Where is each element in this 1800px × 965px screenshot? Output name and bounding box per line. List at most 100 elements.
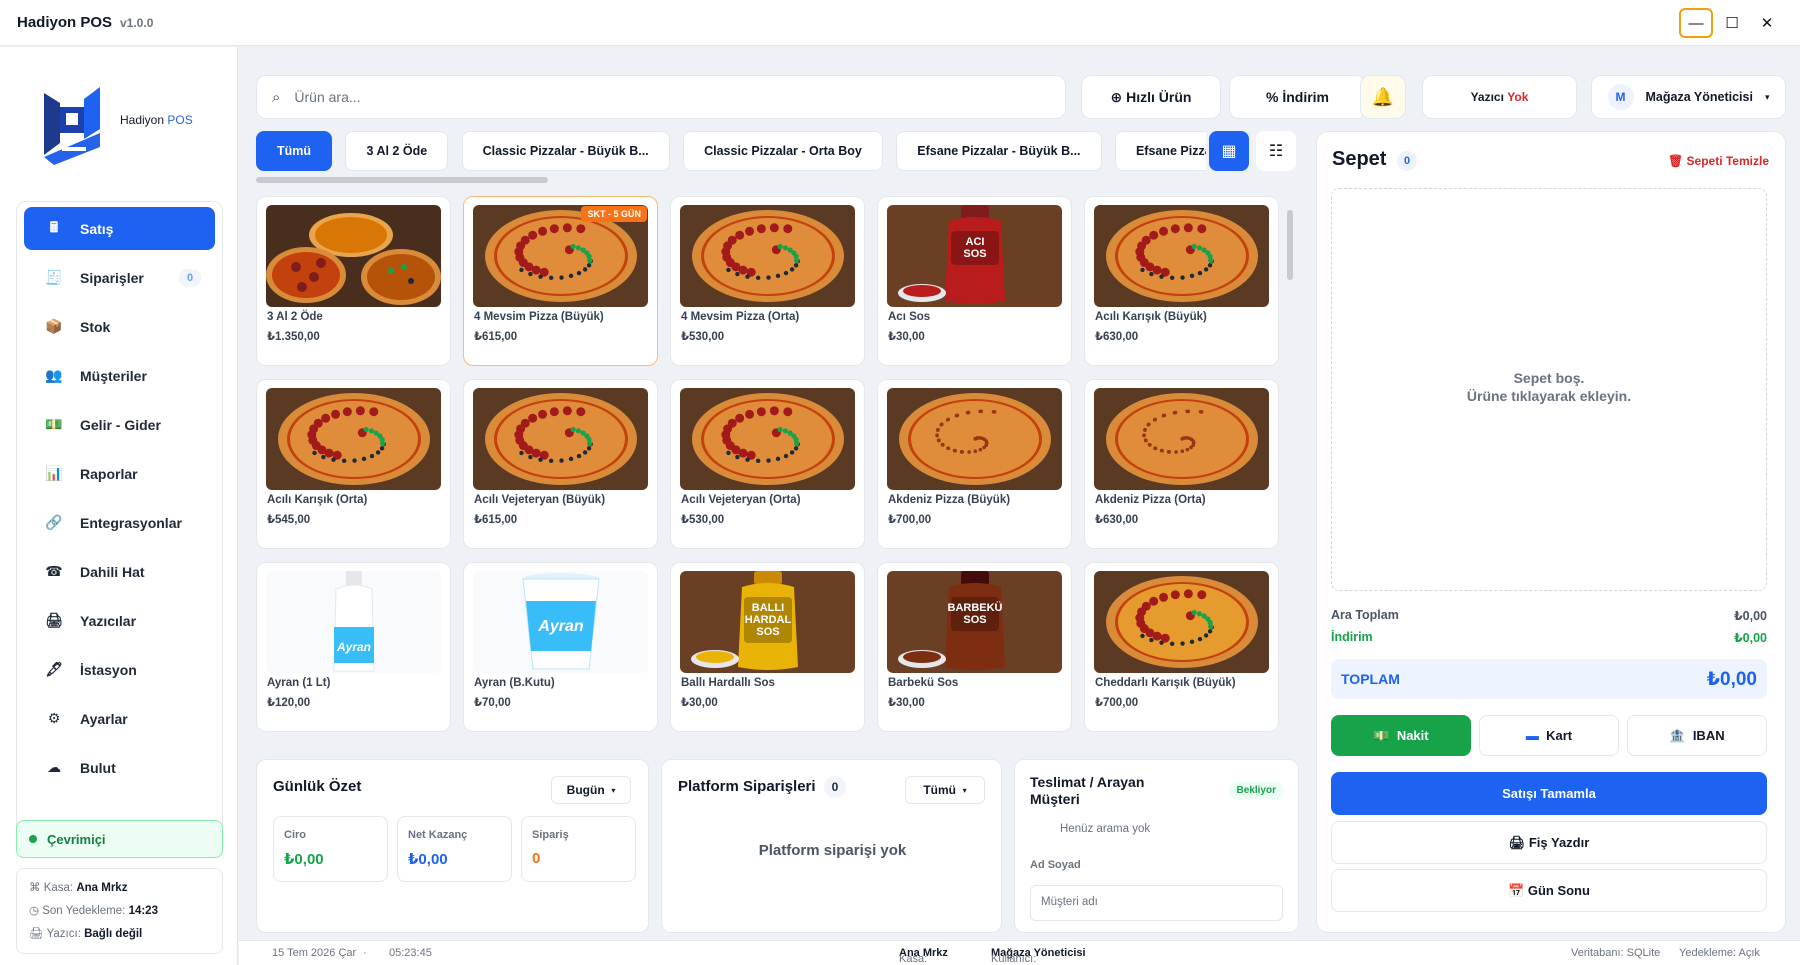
product-name: 3 Al 2 Öde (267, 311, 323, 323)
sidebar-item-musteriler[interactable]: 👥 Müşteriler (24, 354, 215, 397)
sidebar-item-yazicilar[interactable]: 🖨 Yazıcılar (24, 599, 215, 642)
sidebar-item-siparisler[interactable]: 🧾 Siparişler 0 (24, 256, 215, 299)
clear-cart-button[interactable]: 🗑 Sepeti Temizle (1668, 154, 1769, 168)
sidebar-item-gelir-gider[interactable]: 💵 Gelir - Gider (24, 403, 215, 446)
day-end-button[interactable]: 📅 Gün Sonu (1331, 869, 1767, 912)
product-price: ₺530,00 (681, 514, 725, 526)
calendar-icon: 📅 (1508, 882, 1525, 898)
status-time: 05:23:45 (389, 947, 432, 959)
sidebar-item-stok[interactable]: 📦 Stok (24, 305, 215, 348)
product-image: Ayran (473, 571, 648, 673)
product-card[interactable]: BARBEKÜ SOS Barbekü Sos ₺30,00 (877, 562, 1072, 732)
discount-row: İndirim ₺0,00 (1331, 630, 1767, 645)
product-name: Akdeniz Pizza (Büyük) (888, 494, 1011, 506)
chevron-down-icon: ▾ (1764, 91, 1770, 102)
product-card[interactable]: Ayran Ayran (B.Kutu) ₺70,00 (463, 562, 658, 732)
product-card[interactable]: Akdeniz Pizza (Orta) ₺630,00 (1084, 379, 1279, 549)
product-scrollbar[interactable] (1285, 196, 1295, 744)
sidebar-item-bulut[interactable]: ☁ Bulut (24, 746, 215, 789)
svg-text:BARBEKÜ: BARBEKÜ (948, 601, 1003, 614)
sidebar-item-satis[interactable]: 🖩 Satış (24, 207, 215, 250)
product-price: ₺615,00 (474, 331, 518, 343)
tab-classic-buyuk[interactable]: Classic Pizzalar - Büyük B... (461, 131, 670, 171)
caller-title: Teslimat / Arayan Müşteri (1030, 774, 1145, 807)
sidebar-item-ayarlar[interactable]: ⚙ Ayarlar (24, 697, 215, 740)
maximize-button[interactable]: ☐ (1715, 8, 1749, 38)
box-icon: 📦 (45, 318, 63, 334)
bank-icon: 🏦 (1669, 727, 1686, 743)
product-image: Ayran (266, 571, 441, 673)
complete-sale-button[interactable]: Satışı Tamamla (1331, 772, 1767, 815)
product-card[interactable]: Acılı Vejeteryan (Büyük) ₺615,00 (463, 379, 658, 549)
product-price: ₺70,00 (474, 697, 511, 709)
printer-info: 🖨 Yazıcı: Bağlı değil (29, 928, 143, 940)
product-card[interactable]: Acılı Karışık (Orta) ₺545,00 (256, 379, 451, 549)
tab-efsane-orta[interactable]: Efsane Pizzal (1114, 131, 1206, 171)
product-card[interactable]: Cheddarlı Karışık (Büyük) ₺700,00 (1084, 562, 1279, 732)
product-image: BALLI HARDAL SOS (680, 571, 855, 673)
subtotal-row: Ara Toplam ₺0,00 (1331, 608, 1767, 623)
product-price: ₺1.350,00 (267, 331, 320, 343)
category-scrollbar[interactable] (256, 177, 1196, 183)
sidebar-item-istasyon[interactable]: 🖋 İstasyon (24, 648, 215, 691)
tab-3al2ode[interactable]: 3 Al 2 Öde (345, 131, 449, 171)
sidebar-item-raporlar[interactable]: 📊 Raporlar (24, 452, 215, 495)
card-icon: ▬ (1525, 728, 1539, 743)
product-card[interactable]: 3 Al 2 Öde ₺1.350,00 (256, 196, 451, 366)
search-input[interactable]: ⌕ Ürün ara... (256, 75, 1066, 119)
list-icon: ☷ (1268, 143, 1284, 160)
pay-card-button[interactable]: ▬ Kart (1479, 715, 1619, 756)
cart-empty-area: Sepet boş. Ürüne tıklayarak ekleyin. (1331, 188, 1767, 591)
product-card[interactable]: 4 Mevsim Pizza (Orta) ₺530,00 (670, 196, 865, 366)
title-bar: Hadiyon POS v1.0.0 — ☐ ✕ (0, 0, 1800, 46)
close-button[interactable]: ✕ (1750, 8, 1784, 38)
minimize-button[interactable]: — (1679, 8, 1713, 38)
kasa-info: ⌘ Kasa: Ana Mrkz (29, 882, 128, 894)
scrollbar-thumb[interactable] (256, 177, 548, 183)
sidebar-item-entegrasyonlar[interactable]: 🔗 Entegrasyonlar (24, 501, 215, 544)
product-card[interactable]: Acılı Karışık (Büyük) ₺630,00 (1084, 196, 1279, 366)
product-card[interactable]: Ayran Ayran (1 Lt) ₺120,00 (256, 562, 451, 732)
printer-status-button[interactable]: Yazıcı Yok (1422, 75, 1577, 119)
product-name: Ballı Hardallı Sos (681, 677, 775, 689)
tab-efsane-buyuk[interactable]: Efsane Pizzalar - Büyük B... (896, 131, 1102, 171)
product-image (266, 388, 441, 490)
product-name: Acılı Vejeteryan (Orta) (681, 494, 801, 506)
gear-icon: ⚙ (47, 710, 61, 726)
list-view-button[interactable]: ☷ (1256, 131, 1296, 171)
user-menu-button[interactable]: M Mağaza Yöneticisi ▾ (1591, 75, 1786, 119)
grid-view-button[interactable]: ▦ (1209, 131, 1249, 171)
online-status: Çevrimiçi (16, 820, 223, 858)
product-card[interactable]: Akdeniz Pizza (Büyük) ₺700,00 (877, 379, 1072, 549)
print-receipt-button[interactable]: 🖨 Fiş Yazdır (1331, 821, 1767, 864)
info-box: ⌘ Kasa: Ana Mrkz ◷ Son Yedekleme: 14:23 … (16, 868, 223, 954)
quick-product-button[interactable]: ⊕ Hızlı Ürün (1081, 75, 1221, 119)
svg-text:SOS: SOS (963, 248, 986, 260)
category-tabs: Tümü 3 Al 2 Öde Classic Pizzalar - Büyük… (256, 131, 1206, 173)
product-card[interactable]: ACI SOS Acı Sos ₺30,00 (877, 196, 1072, 366)
app-title: Hadiyon POS (17, 14, 113, 31)
period-select[interactable]: Bugün ▾ (551, 776, 631, 804)
tab-tumu[interactable]: Tümü (256, 131, 333, 171)
platform-filter-select[interactable]: Tümü ▾ (905, 776, 985, 804)
product-card[interactable]: SKT - 5 GÜN 4 Mevsim Pizza (Büyük) ₺615,00 (463, 196, 658, 366)
bell-icon: 🔔 (1371, 86, 1395, 107)
product-card[interactable]: BALLI HARDAL SOS Ballı Hardallı Sos ₺30,00 (670, 562, 865, 732)
product-card[interactable]: Acılı Vejeteryan (Orta) ₺530,00 (670, 379, 865, 549)
scrollbar-thumb[interactable] (1287, 210, 1293, 280)
cart-title: Sepet (1332, 148, 1387, 170)
customer-name-input[interactable]: Müşteri adı (1030, 885, 1283, 921)
product-name: Acılı Karışık (Büyük) (1095, 311, 1207, 323)
money-icon: 💵 (45, 416, 63, 432)
notification-button[interactable]: 🔔 (1360, 75, 1406, 119)
product-name: Acı Sos (888, 311, 931, 323)
cart-panel: Sepet 0 🗑 Sepeti Temizle Sepet boş. Ürüne… (1316, 131, 1786, 933)
pay-cash-button[interactable]: 💵 Nakit (1331, 715, 1471, 756)
tab-classic-orta[interactable]: Classic Pizzalar - Orta Boy (683, 131, 883, 171)
chevron-down-icon: ▾ (962, 785, 967, 795)
sidebar-item-dahili-hat[interactable]: ☎ Dahili Hat (24, 550, 215, 593)
discount-button[interactable]: % İndirim (1229, 75, 1366, 119)
pay-iban-button[interactable]: 🏦 IBAN (1627, 715, 1767, 756)
status-user: Kullanıcı: Mağaza Yöneticisi (991, 947, 1086, 965)
product-image (1094, 388, 1269, 490)
